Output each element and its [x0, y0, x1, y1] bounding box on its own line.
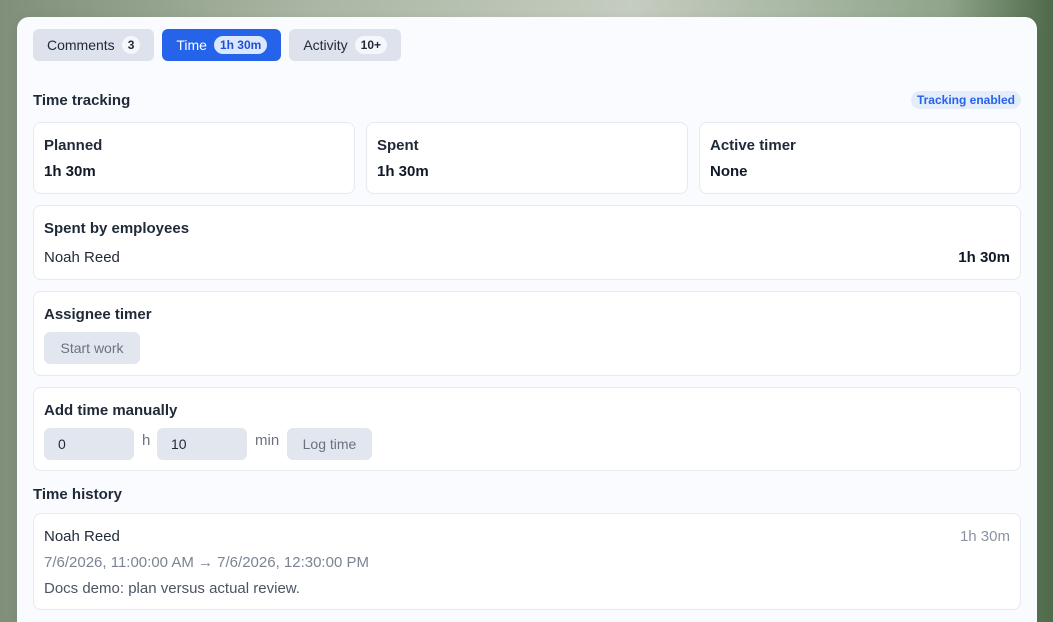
- employee-name: Noah Reed: [44, 249, 120, 266]
- log-time-button[interactable]: Log time: [287, 428, 372, 460]
- task-panel: Comments 3 Time 1h 30m Activity 10+ Time…: [17, 17, 1037, 622]
- spent-by-employees-title: Spent by employees: [44, 220, 190, 237]
- active-timer-label: Active timer: [710, 137, 796, 154]
- tab-bar: Comments 3 Time 1h 30m Activity 10+: [33, 29, 402, 61]
- tab-time-label: Time: [176, 37, 207, 53]
- tab-comments-count: 3: [121, 36, 141, 54]
- active-timer-value: None: [710, 163, 748, 180]
- employee-time: 1h 30m: [958, 249, 1010, 266]
- minutes-unit: min: [255, 432, 280, 449]
- history-entry-duration: 1h 30m: [959, 528, 1010, 545]
- spent-label: Spent: [377, 137, 419, 154]
- tab-activity[interactable]: Activity 10+: [289, 29, 402, 61]
- spent-value: 1h 30m: [377, 163, 429, 180]
- history-entry: Noah Reed 1h 30m 7/6/2026, 11:00:00 AM →…: [33, 513, 1021, 610]
- planned-card: Planned 1h 30m: [33, 122, 355, 194]
- tab-activity-label: Activity: [303, 37, 348, 53]
- tab-time-count: 1h 30m: [213, 36, 268, 54]
- tab-activity-count: 10+: [354, 36, 388, 54]
- tab-comments[interactable]: Comments 3: [33, 29, 155, 61]
- start-work-button[interactable]: Start work: [44, 332, 140, 364]
- history-entry-name: Noah Reed: [44, 528, 120, 545]
- planned-label: Planned: [44, 137, 103, 154]
- tab-time[interactable]: Time 1h 30m: [162, 29, 282, 61]
- minutes-input[interactable]: [157, 428, 247, 460]
- tracking-status-badge: Tracking enabled: [910, 91, 1021, 109]
- time-history-title: Time history: [33, 486, 122, 503]
- assignee-timer-title: Assignee timer: [44, 306, 152, 323]
- spent-card: Spent 1h 30m: [366, 122, 688, 194]
- add-time-card: Add time manually h min Log time: [33, 387, 1021, 471]
- spent-by-employees-card: Spent by employees Noah Reed 1h 30m: [33, 205, 1021, 280]
- hours-input[interactable]: [44, 428, 134, 460]
- tab-comments-label: Comments: [47, 37, 115, 53]
- active-timer-card: Active timer None: [699, 122, 1021, 194]
- add-time-title: Add time manually: [44, 402, 178, 419]
- time-tracking-title: Time tracking: [33, 92, 131, 109]
- hours-unit: h: [142, 432, 151, 449]
- history-entry-note: Docs demo: plan versus actual review.: [44, 580, 300, 597]
- planned-value: 1h 30m: [44, 163, 96, 180]
- history-entry-range: 7/6/2026, 11:00:00 AM → 7/6/2026, 12:30:…: [44, 554, 369, 571]
- assignee-timer-card: Assignee timer Start work: [33, 291, 1021, 376]
